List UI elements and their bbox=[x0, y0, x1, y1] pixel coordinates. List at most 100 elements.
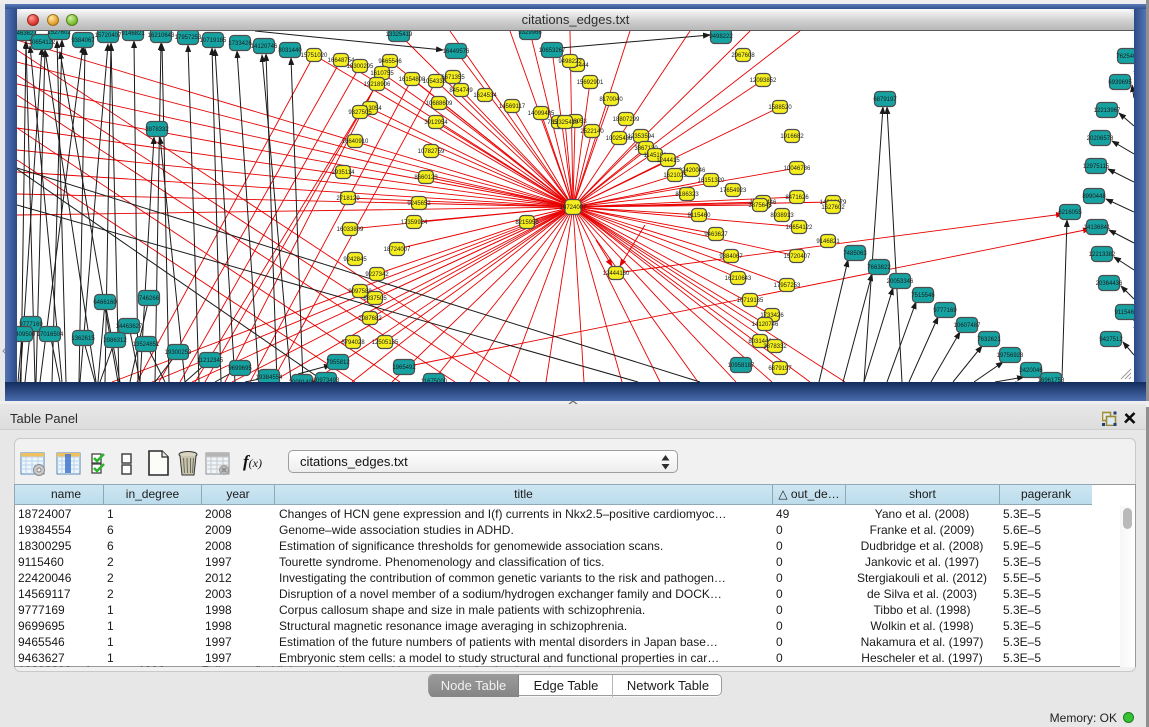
svg-text:1610755: 1610755 bbox=[370, 71, 394, 77]
svg-text:746266: 746266 bbox=[139, 296, 160, 302]
svg-text:12213967: 12213967 bbox=[1094, 108, 1121, 114]
svg-text:3912954: 3912954 bbox=[424, 120, 448, 126]
svg-text:3878332: 3878332 bbox=[145, 127, 169, 133]
svg-text:20206578: 20206578 bbox=[1087, 136, 1114, 142]
svg-text:12213382: 12213382 bbox=[1089, 252, 1116, 258]
svg-text:19300253: 19300253 bbox=[165, 350, 192, 356]
svg-text:8031440: 8031440 bbox=[278, 48, 302, 54]
svg-text:16210643: 16210643 bbox=[148, 33, 175, 39]
svg-text:13325419: 13325419 bbox=[552, 120, 579, 126]
svg-text:17016504: 17016504 bbox=[37, 332, 64, 338]
svg-text:9115460: 9115460 bbox=[688, 213, 712, 219]
svg-text:1362615: 1362615 bbox=[71, 336, 95, 342]
svg-text:7485063: 7485063 bbox=[843, 251, 867, 257]
svg-text:15692901: 15692901 bbox=[577, 80, 604, 86]
svg-text:1965492: 1965492 bbox=[392, 365, 416, 371]
svg-text:16033809: 16033809 bbox=[337, 227, 364, 233]
svg-text:8186323: 8186323 bbox=[675, 192, 699, 198]
svg-text:10653267: 10653267 bbox=[539, 48, 566, 54]
svg-text:6879197: 6879197 bbox=[768, 366, 792, 372]
svg-text:9146821: 9146821 bbox=[816, 239, 840, 245]
svg-text:20053346: 20053346 bbox=[887, 279, 914, 285]
svg-text:20364436: 20364436 bbox=[1096, 281, 1123, 287]
svg-text:9384067: 9384067 bbox=[71, 38, 95, 44]
svg-text:10958187: 10958187 bbox=[728, 363, 755, 369]
svg-text:13325419: 13325419 bbox=[386, 32, 413, 38]
svg-text:9465546: 9465546 bbox=[378, 59, 402, 65]
svg-text:16640910: 16640910 bbox=[342, 139, 369, 145]
svg-text:6939695: 6939695 bbox=[1108, 80, 1132, 86]
svg-text:10688609: 10688609 bbox=[426, 101, 453, 107]
svg-text:19384554: 19384554 bbox=[256, 375, 283, 381]
svg-text:10973493: 10973493 bbox=[313, 378, 340, 382]
svg-text:7955812: 7955812 bbox=[326, 360, 350, 366]
svg-text:9242845: 9242845 bbox=[343, 257, 367, 263]
svg-text:6794028: 6794028 bbox=[341, 340, 365, 346]
svg-text:11675000: 11675000 bbox=[421, 379, 448, 382]
svg-text:10719185: 10719185 bbox=[737, 298, 764, 304]
svg-text:1588520: 1588520 bbox=[768, 105, 792, 111]
svg-text:1916682: 1916682 bbox=[780, 134, 804, 140]
svg-text:9227342: 9227342 bbox=[365, 272, 389, 278]
svg-text:14120746: 14120746 bbox=[752, 322, 779, 328]
svg-text:18724007: 18724007 bbox=[560, 205, 587, 211]
svg-text:10782759: 10782759 bbox=[418, 149, 445, 155]
svg-text:1527602: 1527602 bbox=[821, 205, 845, 211]
svg-text:9463627: 9463627 bbox=[704, 232, 728, 238]
svg-text:2420046: 2420046 bbox=[1019, 368, 1043, 374]
svg-text:12353594: 12353594 bbox=[628, 134, 655, 140]
svg-text:9115460: 9115460 bbox=[1115, 310, 1134, 316]
svg-text:8215958: 8215958 bbox=[515, 220, 539, 226]
svg-text:9245652: 9245652 bbox=[407, 201, 431, 207]
svg-text:6216055: 6216055 bbox=[1058, 210, 1082, 216]
svg-text:14120746: 14120746 bbox=[251, 44, 278, 50]
svg-text:16961758: 16961758 bbox=[1038, 378, 1065, 382]
svg-text:8990448: 8990448 bbox=[1082, 194, 1106, 200]
svg-text:8660123: 8660123 bbox=[414, 175, 438, 181]
svg-text:12444150: 12444150 bbox=[603, 271, 630, 277]
svg-text:10654122: 10654122 bbox=[29, 40, 56, 46]
svg-text:16151320: 16151320 bbox=[698, 178, 725, 184]
svg-text:17957253: 17957253 bbox=[774, 283, 801, 289]
svg-text:1624534: 1624534 bbox=[473, 93, 497, 99]
svg-text:11212345: 11212345 bbox=[197, 358, 224, 364]
svg-text:9146821: 9146821 bbox=[121, 31, 145, 37]
svg-text:3878332: 3878332 bbox=[763, 344, 787, 350]
svg-text:2522140: 2522140 bbox=[580, 129, 604, 135]
svg-text:18300295: 18300295 bbox=[347, 64, 374, 70]
svg-text:8471626: 8471626 bbox=[785, 195, 809, 201]
svg-text:17957253: 17957253 bbox=[175, 35, 202, 41]
svg-text:9329966: 9329966 bbox=[518, 31, 542, 36]
svg-text:14136841: 14136841 bbox=[1084, 225, 1111, 231]
svg-text:3875645: 3875645 bbox=[748, 203, 772, 209]
svg-text:18724007: 18724007 bbox=[384, 247, 411, 253]
svg-text:16210643: 16210643 bbox=[725, 276, 752, 282]
svg-text:10046786: 10046786 bbox=[784, 166, 811, 172]
svg-text:8454749: 8454749 bbox=[449, 88, 473, 94]
svg-text:2718129: 2718129 bbox=[336, 196, 360, 202]
svg-text:7663822: 7663822 bbox=[867, 265, 891, 271]
svg-text:15720407: 15720407 bbox=[95, 33, 122, 39]
svg-text:2935114: 2935114 bbox=[332, 170, 356, 176]
svg-text:9384067: 9384067 bbox=[719, 254, 743, 260]
svg-text:1733426: 1733426 bbox=[228, 41, 252, 47]
svg-text:14569117: 14569117 bbox=[499, 104, 526, 110]
svg-text:9327505: 9327505 bbox=[348, 110, 372, 116]
svg-text:8170040: 8170040 bbox=[599, 97, 623, 103]
svg-text:12093852: 12093852 bbox=[750, 78, 777, 84]
svg-text:10607487: 10607487 bbox=[954, 323, 981, 329]
svg-text:15720407: 15720407 bbox=[784, 254, 811, 260]
svg-text:12975115: 12975115 bbox=[1083, 164, 1110, 170]
svg-text:6837505: 6837505 bbox=[363, 296, 387, 302]
svg-text:18807299: 18807299 bbox=[613, 117, 640, 123]
svg-text:7515546: 7515546 bbox=[911, 293, 935, 299]
svg-text:6879197: 6879197 bbox=[873, 97, 897, 103]
svg-text:2986312: 2986312 bbox=[103, 338, 127, 344]
svg-text:1527602: 1527602 bbox=[47, 31, 71, 36]
svg-text:1621025: 1621025 bbox=[663, 173, 687, 179]
svg-text:17654923: 17654923 bbox=[720, 188, 747, 194]
svg-text:9498222: 9498222 bbox=[709, 34, 733, 40]
svg-text:13524851: 13524851 bbox=[133, 342, 160, 348]
svg-text:9777169: 9777169 bbox=[933, 308, 957, 314]
svg-text:7625402: 7625402 bbox=[1116, 54, 1134, 60]
